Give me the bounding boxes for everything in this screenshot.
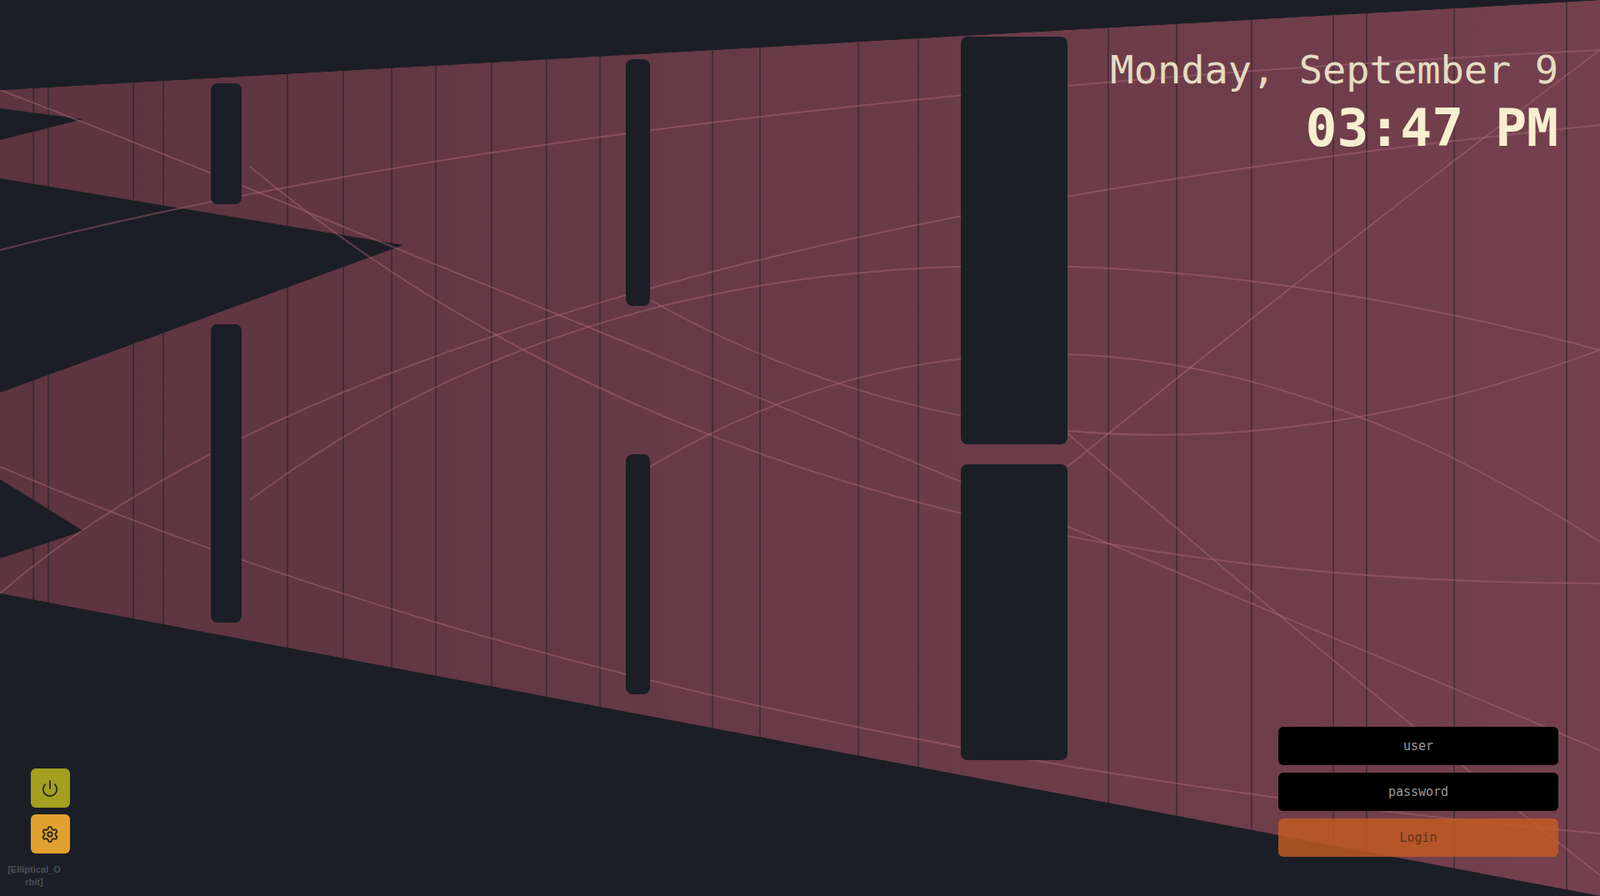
clock-time: 03:47 PM xyxy=(1305,96,1559,160)
settings-button[interactable] xyxy=(30,814,70,854)
login-form: Login xyxy=(1278,726,1559,857)
top-row: Monday, September 903:47 PM xyxy=(0,46,1559,160)
power-button[interactable] xyxy=(30,768,70,808)
power-icon xyxy=(40,779,60,798)
password-field[interactable] xyxy=(1278,772,1559,811)
clock: Monday, September 903:47 PM xyxy=(1110,46,1559,160)
session-actions: [Elliptical_Orbit] xyxy=(0,768,60,888)
theme-label: [Elliptical_Orbit] xyxy=(7,863,61,888)
login-button[interactable]: Login xyxy=(1278,818,1559,857)
bottom-row: [Elliptical_Orbit] Login xyxy=(0,726,1559,888)
login-screen: Monday, September 903:47 PM [Elliptical_O… xyxy=(0,0,1600,896)
clock-date: Monday, September 9 xyxy=(1110,46,1559,94)
user-field[interactable] xyxy=(1278,726,1559,765)
login-layout: Monday, September 903:47 PM [Elliptical_O… xyxy=(0,0,1600,896)
gear-icon xyxy=(40,825,60,844)
